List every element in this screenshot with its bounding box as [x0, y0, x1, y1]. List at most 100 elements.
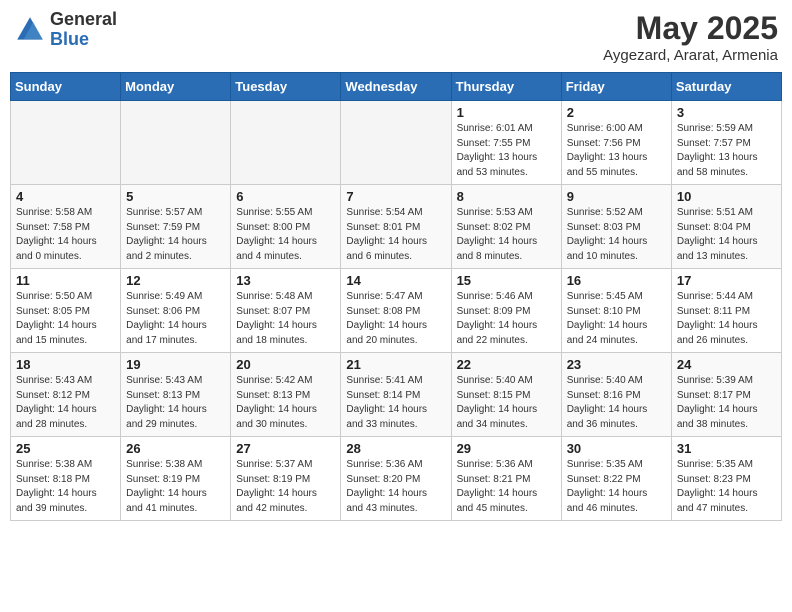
day-info: Sunrise: 5:41 AM Sunset: 8:14 PM Dayligh…: [346, 374, 445, 432]
day-number: 1: [457, 105, 556, 120]
calendar-week-row: 11Sunrise: 5:50 AM Sunset: 8:05 PM Dayli…: [11, 269, 782, 353]
day-info: Sunrise: 5:50 AM Sunset: 8:05 PM Dayligh…: [16, 290, 115, 348]
calendar-day-cell: [341, 101, 451, 185]
calendar-day-cell: 12 Sunrise: 5:49 AM Sunset: 8:06 PM Dayli…: [121, 269, 231, 353]
day-info: Sunrise: 5:37 AM Sunset: 8:19 PM Dayligh…: [236, 458, 335, 516]
day-info: Sunrise: 5:35 AM Sunset: 8:23 PM Dayligh…: [677, 458, 776, 516]
calendar-day-cell: [121, 101, 231, 185]
day-info: Sunrise: 5:36 AM Sunset: 8:21 PM Dayligh…: [457, 458, 556, 516]
logo-general: General: [50, 10, 117, 30]
day-info: Sunrise: 5:48 AM Sunset: 8:07 PM Dayligh…: [236, 290, 335, 348]
day-number: 2: [567, 105, 666, 120]
day-info: Sunrise: 5:36 AM Sunset: 8:20 PM Dayligh…: [346, 458, 445, 516]
calendar-day-cell: 11Sunrise: 5:50 AM Sunset: 8:05 PM Dayli…: [11, 269, 121, 353]
weekday-header-tuesday: Tuesday: [231, 73, 341, 101]
calendar-week-row: 25Sunrise: 5:38 AM Sunset: 8:18 PM Dayli…: [11, 437, 782, 521]
day-number: 30: [567, 441, 666, 456]
weekday-header-monday: Monday: [121, 73, 231, 101]
day-number: 17: [677, 273, 776, 288]
calendar-day-cell: 14 Sunrise: 5:47 AM Sunset: 8:08 PM Dayli…: [341, 269, 451, 353]
calendar-day-cell: 18 Sunrise: 5:43 AM Sunset: 8:12 PM Dayli…: [11, 353, 121, 437]
calendar-day-cell: 23 Sunrise: 5:40 AM Sunset: 8:16 PM Dayli…: [561, 353, 671, 437]
day-number: 16: [567, 273, 666, 288]
day-number: 26: [126, 441, 225, 456]
day-info: Sunrise: 5:51 AM Sunset: 8:04 PM Dayligh…: [677, 206, 776, 264]
day-info: Sunrise: 5:39 AM Sunset: 8:17 PM Dayligh…: [677, 374, 776, 432]
day-info: Sunrise: 5:40 AM Sunset: 8:15 PM Dayligh…: [457, 374, 556, 432]
weekday-header-thursday: Thursday: [451, 73, 561, 101]
day-info: Sunrise: 5:59 AM Sunset: 7:57 PM Dayligh…: [677, 122, 776, 180]
day-info: Sunrise: 5:52 AM Sunset: 8:03 PM Dayligh…: [567, 206, 666, 264]
title-block: May 2025 Aygezard, Ararat, Armenia: [603, 10, 778, 64]
day-info: Sunrise: 5:38 AM Sunset: 8:19 PM Dayligh…: [126, 458, 225, 516]
day-number: 20: [236, 357, 335, 372]
day-info: Sunrise: 5:47 AM Sunset: 8:08 PM Dayligh…: [346, 290, 445, 348]
calendar-day-cell: 2 Sunrise: 6:00 AM Sunset: 7:56 PM Daylig…: [561, 101, 671, 185]
logo-text: General Blue: [50, 10, 117, 50]
page-header: General Blue May 2025 Aygezard, Ararat, …: [10, 10, 782, 64]
calendar-day-cell: 4Sunrise: 5:58 AM Sunset: 7:58 PM Daylig…: [11, 185, 121, 269]
day-number: 28: [346, 441, 445, 456]
day-info: Sunrise: 5:43 AM Sunset: 8:12 PM Dayligh…: [16, 374, 115, 432]
day-number: 15: [457, 273, 556, 288]
calendar-title: May 2025: [603, 10, 778, 47]
day-info: Sunrise: 5:57 AM Sunset: 7:59 PM Dayligh…: [126, 206, 225, 264]
day-number: 14: [346, 273, 445, 288]
weekday-header-wednesday: Wednesday: [341, 73, 451, 101]
calendar-day-cell: 29Sunrise: 5:36 AM Sunset: 8:21 PM Dayli…: [451, 437, 561, 521]
day-info: Sunrise: 5:54 AM Sunset: 8:01 PM Dayligh…: [346, 206, 445, 264]
day-number: 8: [457, 189, 556, 204]
day-info: Sunrise: 5:43 AM Sunset: 8:13 PM Dayligh…: [126, 374, 225, 432]
day-number: 31: [677, 441, 776, 456]
day-number: 12: [126, 273, 225, 288]
day-info: Sunrise: 5:53 AM Sunset: 8:02 PM Dayligh…: [457, 206, 556, 264]
calendar-day-cell: 3 Sunrise: 5:59 AM Sunset: 7:57 PM Daylig…: [671, 101, 781, 185]
logo: General Blue: [14, 10, 117, 50]
calendar-day-cell: 26 Sunrise: 5:38 AM Sunset: 8:19 PM Dayli…: [121, 437, 231, 521]
day-info: Sunrise: 5:46 AM Sunset: 8:09 PM Dayligh…: [457, 290, 556, 348]
calendar-day-cell: 20 Sunrise: 5:42 AM Sunset: 8:13 PM Dayli…: [231, 353, 341, 437]
calendar-day-cell: [11, 101, 121, 185]
day-number: 9: [567, 189, 666, 204]
day-info: Sunrise: 5:49 AM Sunset: 8:06 PM Dayligh…: [126, 290, 225, 348]
day-info: Sunrise: 5:40 AM Sunset: 8:16 PM Dayligh…: [567, 374, 666, 432]
calendar-day-cell: 5 Sunrise: 5:57 AM Sunset: 7:59 PM Daylig…: [121, 185, 231, 269]
calendar-day-cell: 21 Sunrise: 5:41 AM Sunset: 8:14 PM Dayli…: [341, 353, 451, 437]
day-number: 23: [567, 357, 666, 372]
day-number: 21: [346, 357, 445, 372]
day-number: 18: [16, 357, 115, 372]
day-number: 25: [16, 441, 115, 456]
calendar-day-cell: 30Sunrise: 5:35 AM Sunset: 8:22 PM Dayli…: [561, 437, 671, 521]
weekday-header-sunday: Sunday: [11, 73, 121, 101]
calendar-day-cell: 9 Sunrise: 5:52 AM Sunset: 8:03 PM Daylig…: [561, 185, 671, 269]
day-info: Sunrise: 5:42 AM Sunset: 8:13 PM Dayligh…: [236, 374, 335, 432]
calendar-day-cell: 27 Sunrise: 5:37 AM Sunset: 8:19 PM Dayli…: [231, 437, 341, 521]
calendar-day-cell: 10 Sunrise: 5:51 AM Sunset: 8:04 PM Dayli…: [671, 185, 781, 269]
calendar-day-cell: 22Sunrise: 5:40 AM Sunset: 8:15 PM Dayli…: [451, 353, 561, 437]
calendar-day-cell: 8 Sunrise: 5:53 AM Sunset: 8:02 PM Daylig…: [451, 185, 561, 269]
day-info: Sunrise: 5:58 AM Sunset: 7:58 PM Dayligh…: [16, 206, 115, 264]
calendar-day-cell: [231, 101, 341, 185]
calendar-day-cell: 16 Sunrise: 5:45 AM Sunset: 8:10 PM Dayli…: [561, 269, 671, 353]
calendar-day-cell: 31 Sunrise: 5:35 AM Sunset: 8:23 PM Dayli…: [671, 437, 781, 521]
calendar-day-cell: 6Sunrise: 5:55 AM Sunset: 8:00 PM Daylig…: [231, 185, 341, 269]
calendar-day-cell: 17Sunrise: 5:44 AM Sunset: 8:11 PM Dayli…: [671, 269, 781, 353]
calendar-day-cell: 25Sunrise: 5:38 AM Sunset: 8:18 PM Dayli…: [11, 437, 121, 521]
day-number: 3: [677, 105, 776, 120]
day-number: 10: [677, 189, 776, 204]
day-number: 27: [236, 441, 335, 456]
day-info: Sunrise: 6:01 AM Sunset: 7:55 PM Dayligh…: [457, 122, 556, 180]
day-number: 6: [236, 189, 335, 204]
day-number: 13: [236, 273, 335, 288]
day-number: 5: [126, 189, 225, 204]
calendar-day-cell: 15 Sunrise: 5:46 AM Sunset: 8:09 PM Dayli…: [451, 269, 561, 353]
calendar-day-cell: 1 Sunrise: 6:01 AM Sunset: 7:55 PM Daylig…: [451, 101, 561, 185]
calendar-week-row: 4Sunrise: 5:58 AM Sunset: 7:58 PM Daylig…: [11, 185, 782, 269]
logo-icon: [14, 14, 46, 46]
day-number: 7: [346, 189, 445, 204]
weekday-header-saturday: Saturday: [671, 73, 781, 101]
day-info: Sunrise: 5:45 AM Sunset: 8:10 PM Dayligh…: [567, 290, 666, 348]
calendar-week-row: 1 Sunrise: 6:01 AM Sunset: 7:55 PM Daylig…: [11, 101, 782, 185]
weekday-header-row: SundayMondayTuesdayWednesdayThursdayFrid…: [11, 73, 782, 101]
day-info: Sunrise: 6:00 AM Sunset: 7:56 PM Dayligh…: [567, 122, 666, 180]
